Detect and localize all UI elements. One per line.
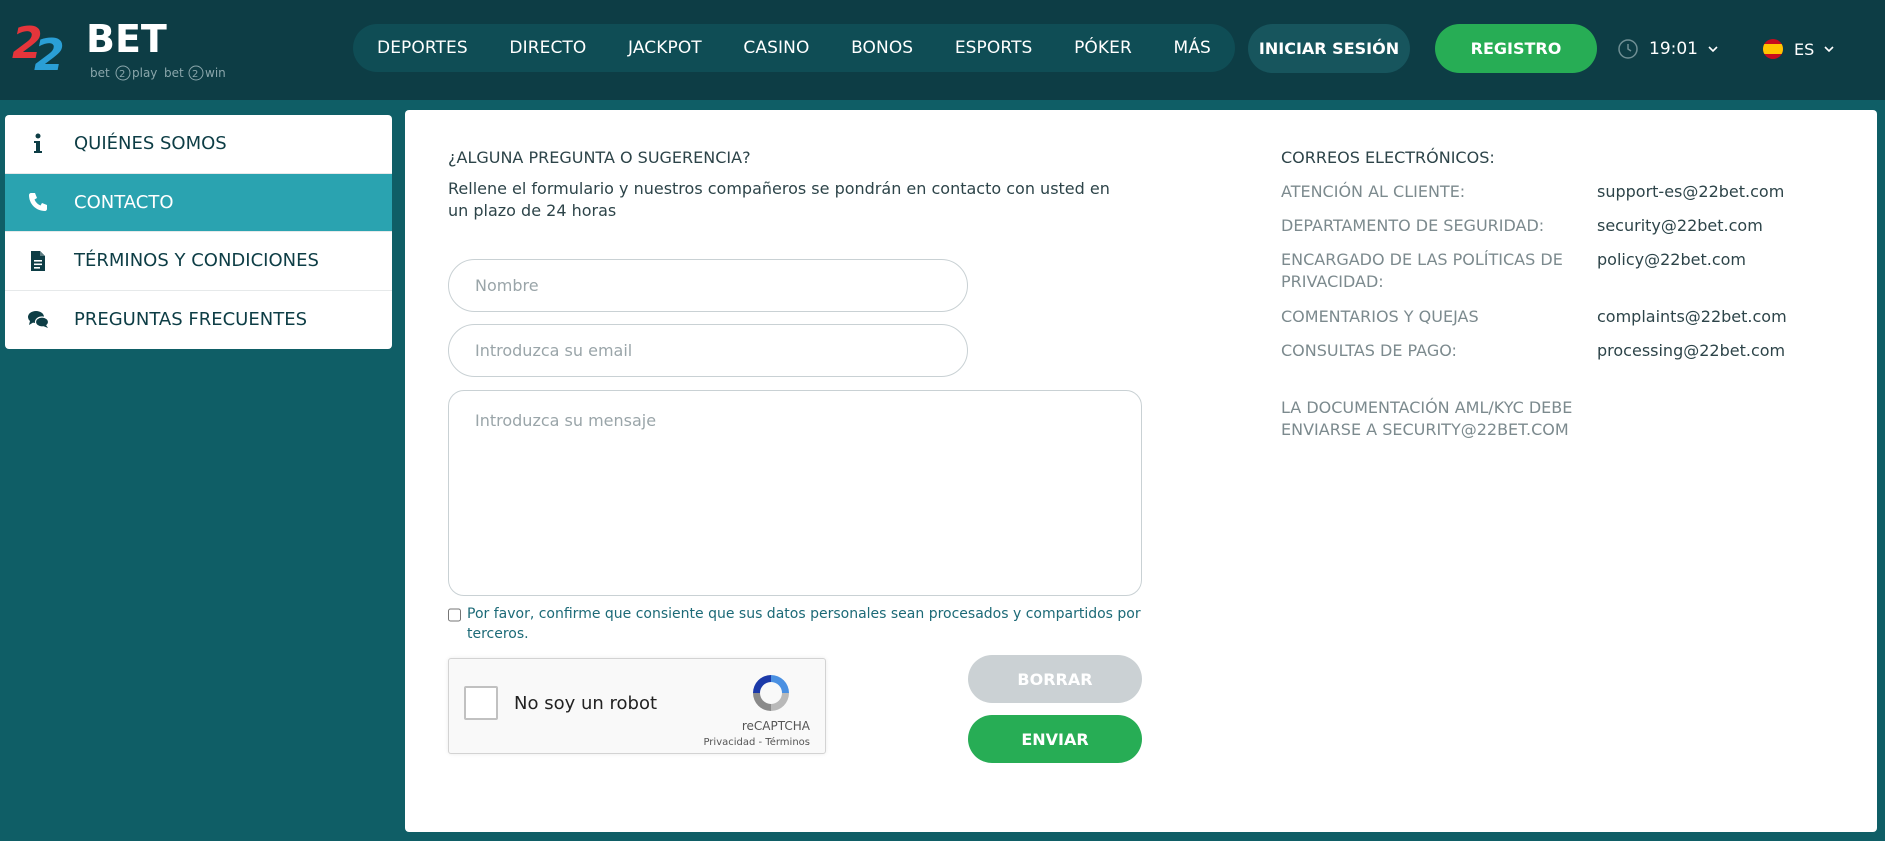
svg-text:2: 2 [34,30,65,81]
sidebar-item-quienes-somos[interactable]: QUIÉNES SOMOS [5,115,392,174]
clock-icon [1618,39,1638,59]
nav-item-deportes[interactable]: DEPORTES [377,38,468,58]
sidebar-item-preguntas[interactable]: PREGUNTAS FRECUENTES [5,291,392,350]
info-icon [23,129,53,159]
sidebar-item-label: CONTACTO [74,191,174,213]
email-row: CONSULTAS DE PAGO: processing@22bet.com [1281,340,1841,362]
chat-icon [23,305,53,335]
consent-row: Por favor, confirme que consiente que su… [448,604,1148,644]
svg-text:2: 2 [119,69,125,80]
time-selector[interactable]: 19:01 [1617,34,1718,64]
nav-item-casino[interactable]: CASINO [743,38,809,58]
register-button[interactable]: REGISTRO [1435,24,1597,73]
email-row: COMENTARIOS Y QUEJAS complaints@22bet.co… [1281,306,1841,328]
chevron-down-icon [1824,46,1834,53]
email-field[interactable] [448,324,968,377]
form-subtitle: Rellene el formulario y nuestros compañe… [448,179,1110,220]
logo-wordmark: BET [86,17,167,61]
spain-flag-icon [1763,39,1783,59]
svg-text:bet: bet [164,66,184,80]
sidebar-item-contacto[interactable]: CONTACTO [5,173,392,232]
email-row-label: DEPARTAMENTO DE SEGURIDAD: [1281,216,1545,235]
recaptcha-widget: No soy un robot reCAPTCHA Privacidad - T… [448,658,826,754]
message-field[interactable] [448,390,1142,596]
recaptcha-label: No soy un robot [514,693,658,714]
nav-item-mas[interactable]: MÁS [1174,38,1211,58]
email-row-address[interactable]: security@22bet.com [1597,215,1763,237]
svg-text:2: 2 [192,69,198,80]
recaptcha-logo-icon [753,675,789,711]
send-button[interactable]: ENVIAR [968,715,1142,763]
consent-checkbox[interactable] [448,608,461,622]
recaptcha-checkbox[interactable] [464,686,498,720]
email-row-label: ENCARGADO DE LAS POLÍTICAS DE PRIVACIDAD… [1281,250,1563,291]
aml-kyc-note: LA DOCUMENTACIÓN AML/KYC DEBE ENVIARSE A… [1281,398,1573,439]
email-row-label: COMENTARIOS Y QUEJAS [1281,307,1479,326]
clear-button[interactable]: BORRAR [968,655,1142,703]
nav-item-poker[interactable]: PÓKER [1074,38,1132,58]
email-row: DEPARTAMENTO DE SEGURIDAD: security@22be… [1281,215,1841,237]
email-row-label: CONSULTAS DE PAGO: [1281,341,1457,360]
email-row-address[interactable]: processing@22bet.com [1597,340,1785,362]
email-row-address[interactable]: complaints@22bet.com [1597,306,1787,328]
sidebar-item-terminos[interactable]: TÉRMINOS Y CONDICIONES [5,232,392,291]
nav-item-jackpot[interactable]: JACKPOT [628,38,702,58]
logo-graphic: 2 2 BET bet 2 play bet 2 win [12,17,226,81]
nav-item-esports[interactable]: ESPORTS [955,38,1033,58]
sidebar-item-label: TÉRMINOS Y CONDICIONES [74,250,319,272]
main-nav: DEPORTES DIRECTO JACKPOT CASINO BONOS ES… [353,24,1235,72]
svg-text:play: play [132,66,157,80]
info-sidebar: QUIÉNES SOMOS CONTACTO TÉRMINOS Y CONDIC… [5,115,392,349]
name-field[interactable] [448,259,968,312]
language-code: ES [1794,39,1815,59]
nav-item-bonos[interactable]: BONOS [851,38,913,58]
svg-text:win: win [205,66,226,80]
emails-title: CORREOS ELECTRÓNICOS: [1281,148,1495,167]
current-time: 19:01 [1649,39,1698,59]
contact-panel: ¿ALGUNA PREGUNTA O SUGERENCIA? Rellene e… [405,110,1877,832]
phone-icon [23,187,53,217]
email-row-address[interactable]: policy@22bet.com [1597,249,1746,293]
chevron-down-icon [1708,46,1718,53]
svg-text:bet: bet [90,66,110,80]
recaptcha-brand: reCAPTCHA [741,719,810,733]
sidebar-item-label: PREGUNTAS FRECUENTES [74,309,307,331]
language-selector[interactable]: ES [1762,34,1834,64]
logo[interactable]: 2 2 BET bet 2 play bet 2 win [12,14,232,84]
nav-item-directo[interactable]: DIRECTO [509,38,586,58]
email-row: ENCARGADO DE LAS POLÍTICAS DE PRIVACIDAD… [1281,249,1841,293]
email-row-address[interactable]: support-es@22bet.com [1597,181,1784,203]
form-title: ¿ALGUNA PREGUNTA O SUGERENCIA? [448,148,751,167]
email-row-label: ATENCIÓN AL CLIENTE: [1281,182,1466,201]
document-icon [23,246,53,276]
sidebar-item-label: QUIÉNES SOMOS [74,133,227,155]
recaptcha-links[interactable]: Privacidad - Términos [703,737,810,748]
consent-text: Por favor, confirme que consiente que su… [467,606,1141,642]
top-header: 2 2 BET bet 2 play bet 2 win DEPORTES DI… [0,0,1885,100]
email-row: ATENCIÓN AL CLIENTE: support-es@22bet.co… [1281,181,1841,203]
login-button[interactable]: INICIAR SESIÓN [1248,24,1410,73]
